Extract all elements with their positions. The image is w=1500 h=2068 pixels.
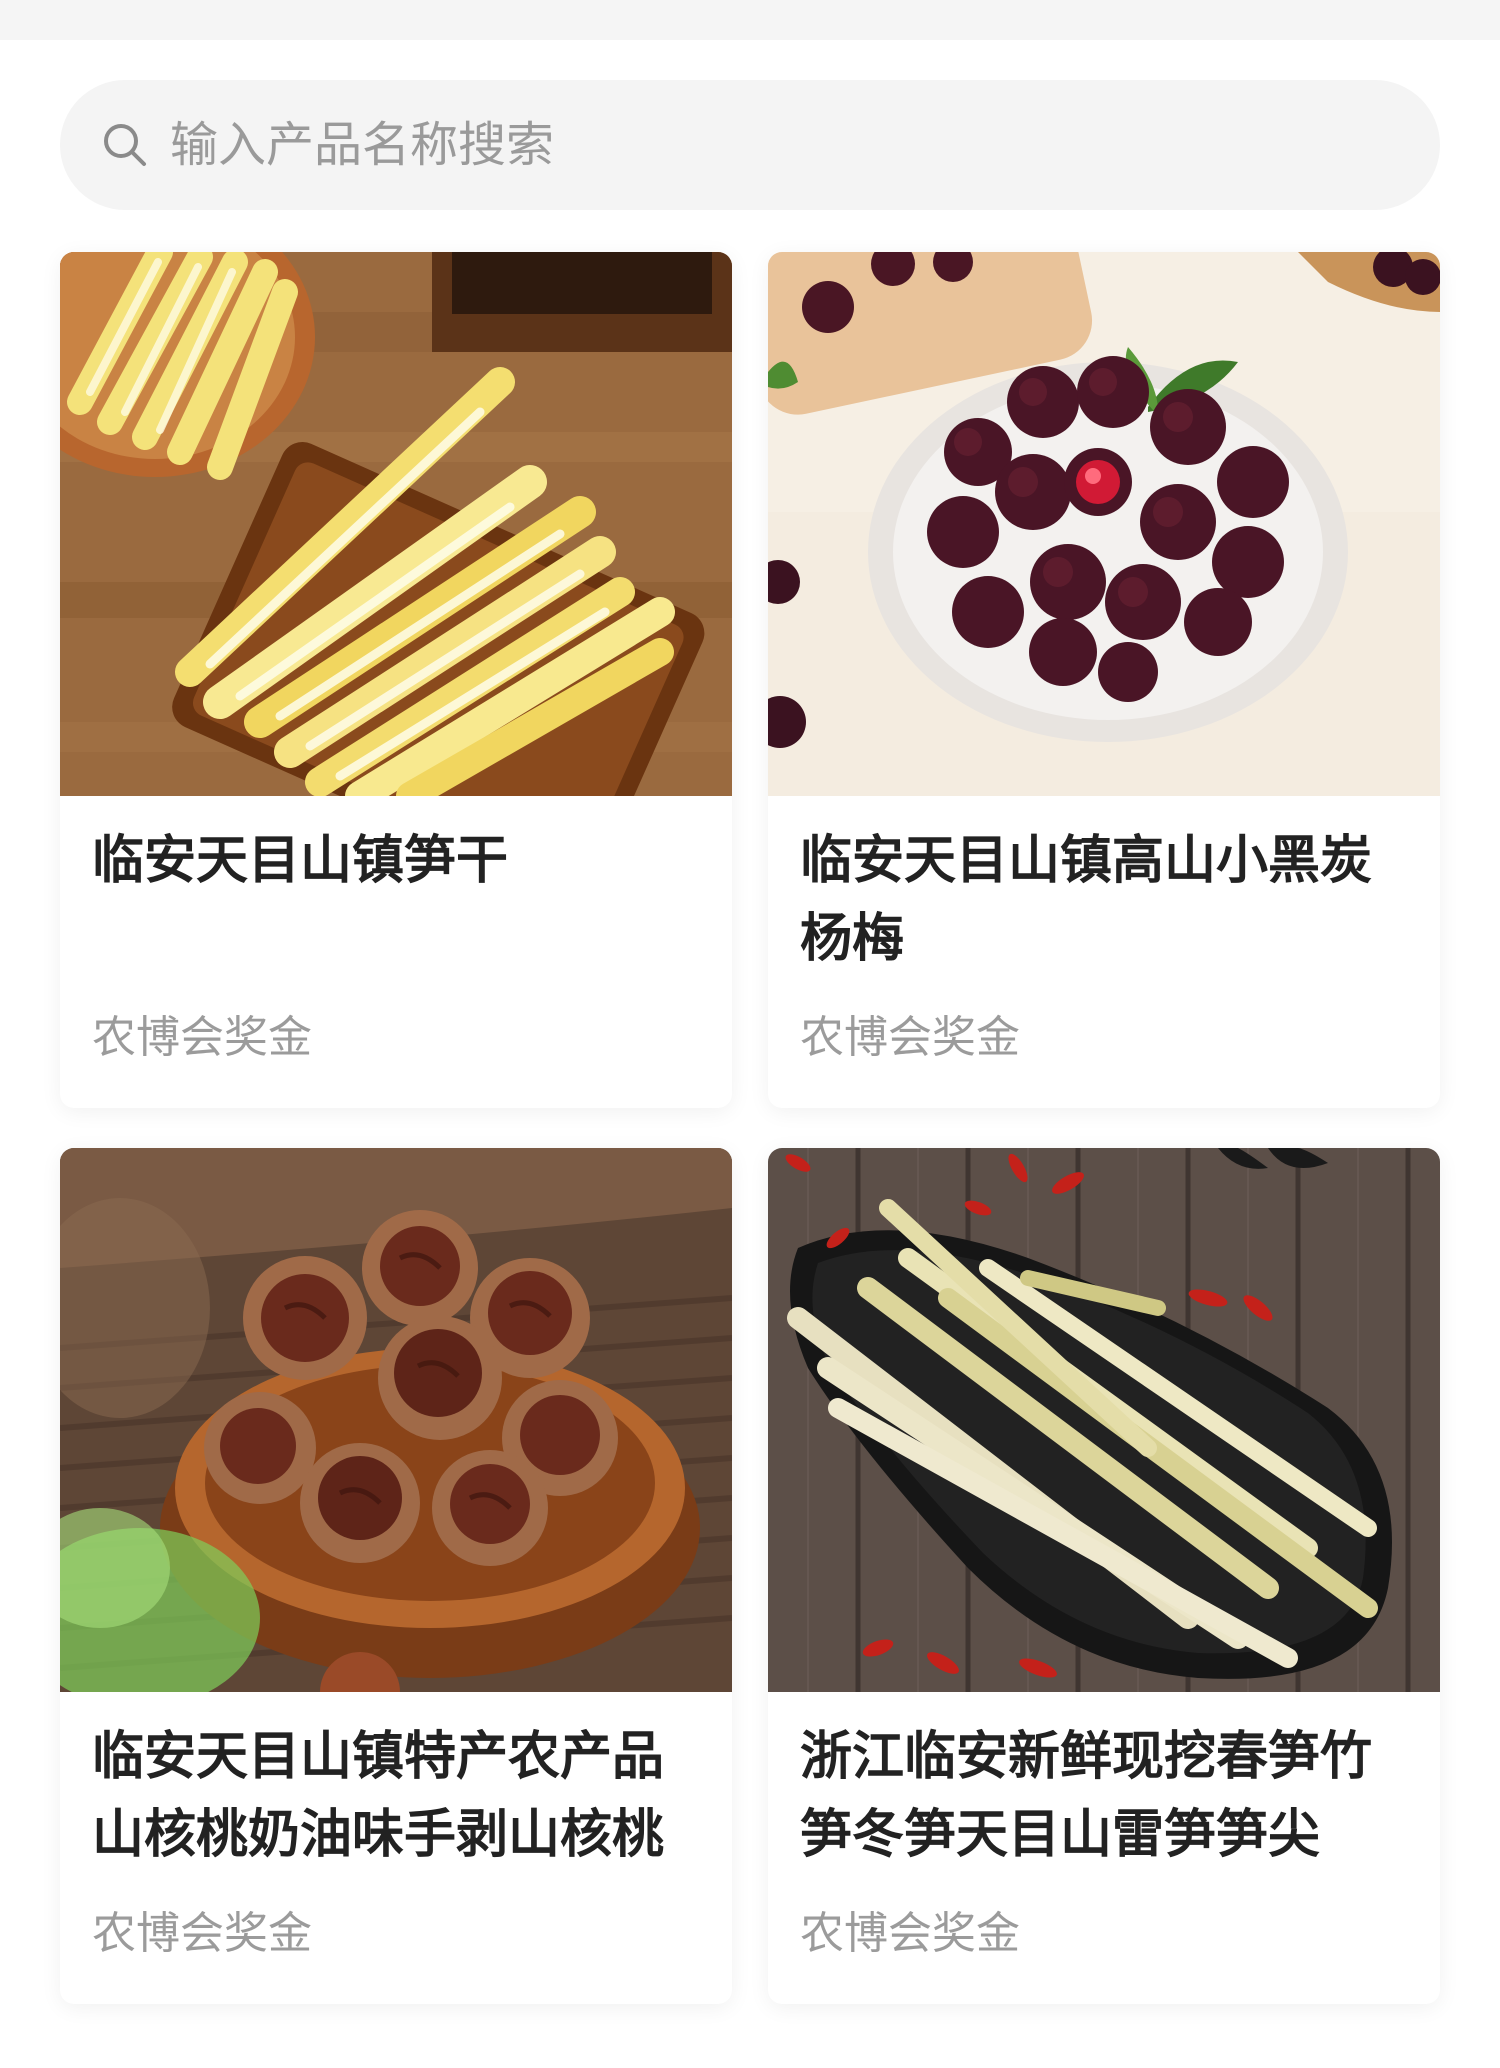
search-placeholder[interactable]: 输入产品名称搜索 — [170, 80, 554, 210]
product-title[interactable]: 临安天目山镇高山小黑炭杨梅 — [800, 822, 1412, 978]
product-title[interactable]: 浙江临安新鲜现挖春笋竹笋冬笋天目山雷笋笋尖 — [800, 1718, 1412, 1874]
status-bar — [0, 0, 1500, 40]
product-card[interactable]: 临安天目山镇笋干 农博会奖金 — [60, 252, 732, 1108]
product-title[interactable]: 临安天目山镇笋干 — [92, 822, 704, 900]
search-icon — [104, 124, 146, 166]
product-card[interactable]: 浙江临安新鲜现挖春笋竹笋冬笋天目山雷笋笋尖 农博会奖金 — [768, 1148, 1440, 2004]
bayberry-photo[interactable] — [768, 252, 1440, 796]
hickory-nuts-photo[interactable] — [60, 1148, 732, 1692]
dried-bamboo-shoots-photo[interactable] — [60, 252, 732, 796]
award-label: 农博会奖金 — [92, 1012, 312, 1063]
search-bar[interactable]: 输入产品名称搜索 — [60, 80, 1440, 210]
award-label: 农博会奖金 — [800, 1908, 1020, 1959]
award-label: 农博会奖金 — [92, 1908, 312, 1959]
product-card[interactable]: 临安天目山镇特产农产品山核桃奶油味手剥山核桃 农博会奖金 — [60, 1148, 732, 2004]
award-label: 农博会奖金 — [800, 1012, 1020, 1063]
product-title[interactable]: 临安天目山镇特产农产品山核桃奶油味手剥山核桃 — [92, 1718, 704, 1874]
page-content: 输入产品名称搜索 临安天目山镇笋干 农博会奖金 临安天目山镇高山小黑炭杨梅 农博… — [0, 40, 1500, 2068]
product-card[interactable]: 临安天目山镇高山小黑炭杨梅 农博会奖金 — [768, 252, 1440, 1108]
fresh-bamboo-shoots-photo[interactable] — [768, 1148, 1440, 1692]
